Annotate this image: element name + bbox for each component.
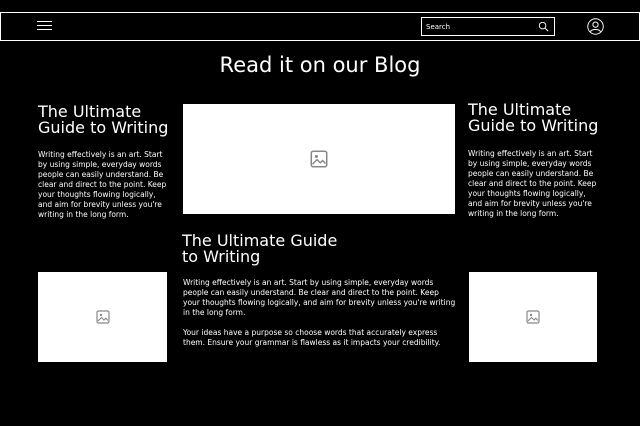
post-title-center[interactable]: The Ultimate Guide to Writing	[182, 233, 342, 265]
image-placeholder-icon	[526, 310, 540, 324]
top-navbar	[0, 12, 640, 41]
page-title: Read it on our Blog	[219, 53, 421, 77]
post-image-center[interactable]	[183, 104, 455, 214]
image-placeholder-icon	[95, 310, 110, 324]
post-title-left[interactable]: The Ultimate Guide to Writing	[38, 104, 178, 136]
post-excerpt-right: Writing effectively is an art. Start by …	[468, 149, 597, 218]
post-excerpt-center-2: Your ideas have a purpose so choose word…	[183, 328, 441, 347]
search-icon[interactable]	[538, 21, 549, 32]
post-title-right[interactable]: The Ultimate Guide to Writing	[468, 102, 608, 134]
post-image-right[interactable]	[469, 272, 597, 362]
user-account-icon[interactable]	[587, 18, 604, 35]
hamburger-menu-icon[interactable]	[37, 21, 52, 32]
image-placeholder-icon	[310, 150, 328, 168]
post-image-left[interactable]	[38, 272, 167, 362]
post-excerpt-left: Writing effectively is an art. Start by …	[38, 150, 167, 219]
search-box[interactable]	[421, 17, 555, 36]
search-input[interactable]	[426, 18, 536, 35]
post-excerpt-center: Writing effectively is an art. Start by …	[183, 278, 456, 317]
